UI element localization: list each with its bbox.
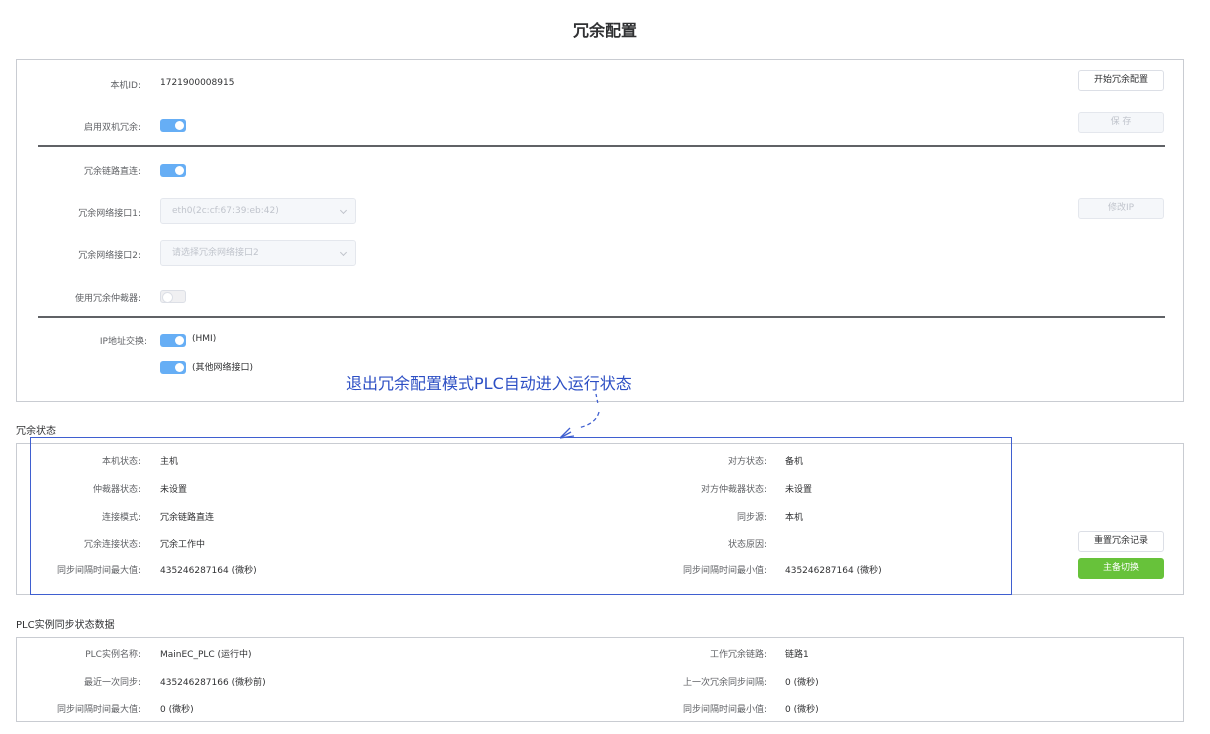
annotation-highlight-box bbox=[30, 437, 1012, 595]
annotation-arrow bbox=[559, 393, 600, 439]
